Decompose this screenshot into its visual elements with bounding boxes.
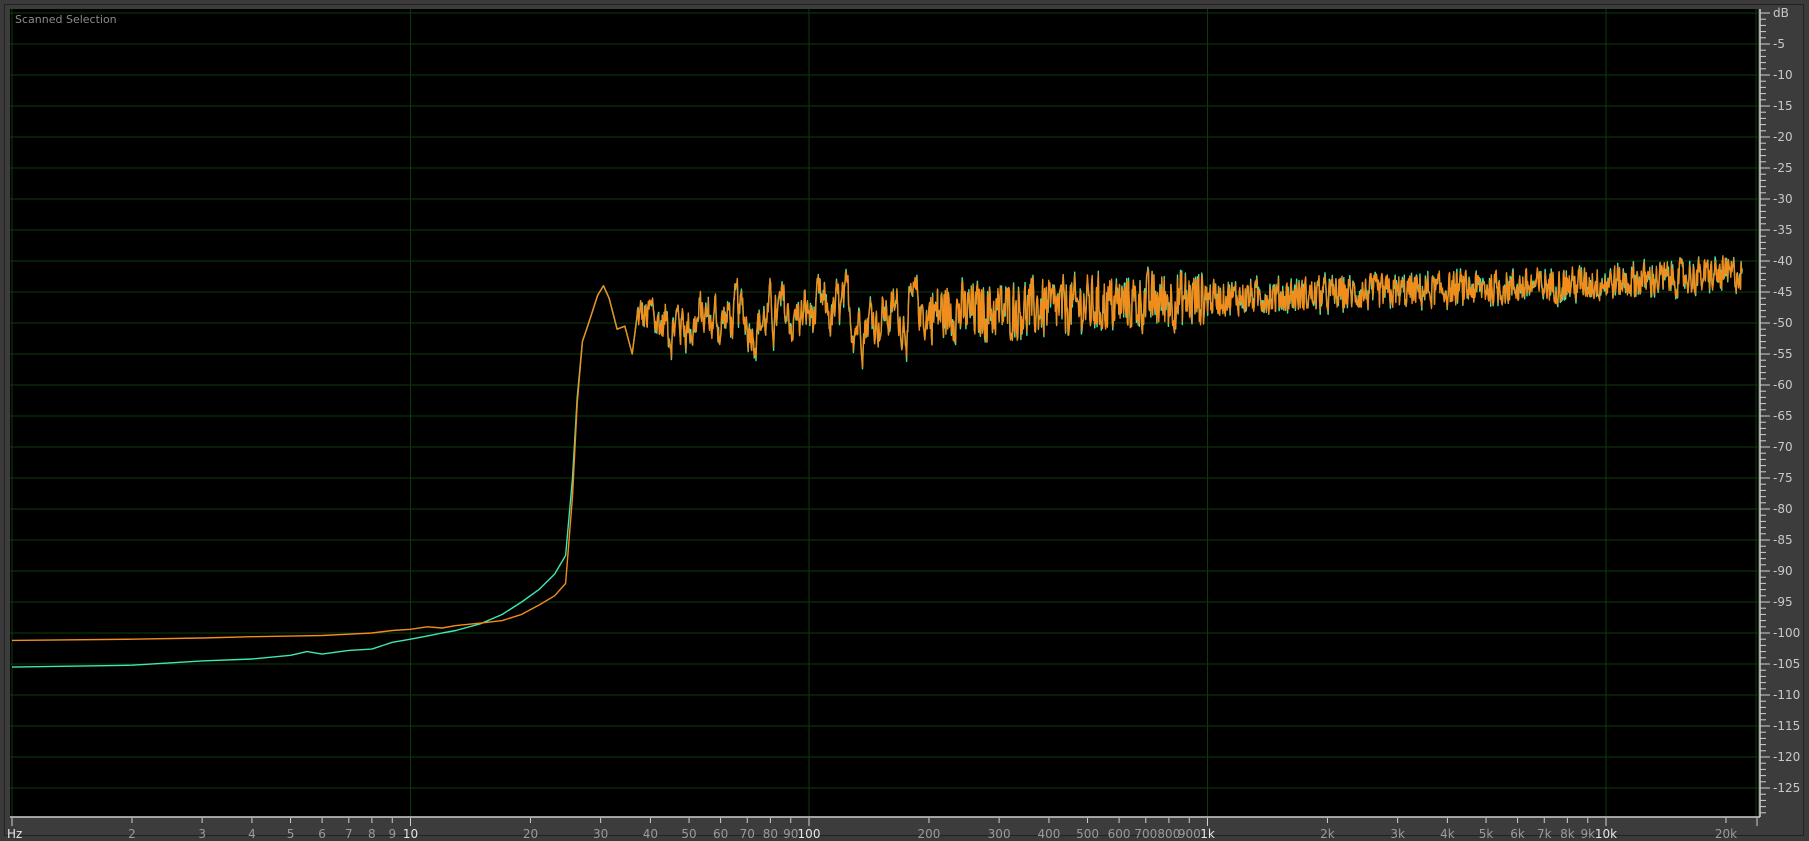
x-tick-label: 80 bbox=[763, 827, 778, 841]
x-tick-label: 7 bbox=[345, 827, 353, 841]
x-tick-label: 4k bbox=[1440, 827, 1455, 841]
x-tick-label: 90 bbox=[783, 827, 798, 841]
y-tick-label: -95 bbox=[1773, 595, 1793, 609]
x-tick-label: 2 bbox=[128, 827, 136, 841]
y-tick-label: -20 bbox=[1773, 130, 1793, 144]
y-tick-label: -50 bbox=[1773, 316, 1793, 330]
x-tick-label: 20 bbox=[523, 827, 538, 841]
x-tick-label: 20k bbox=[1715, 827, 1737, 841]
y-tick-label: -40 bbox=[1773, 254, 1793, 268]
plot-area bbox=[10, 9, 1758, 817]
y-tick-label: dB bbox=[1773, 6, 1789, 20]
y-tick-label: -5 bbox=[1773, 37, 1785, 51]
x-tick-label: 60 bbox=[713, 827, 728, 841]
y-tick-label: -55 bbox=[1773, 347, 1793, 361]
y-tick-label: -115 bbox=[1773, 719, 1800, 733]
x-tick-label: 6 bbox=[318, 827, 326, 841]
y-tick-label: -80 bbox=[1773, 502, 1793, 516]
x-tick-label: 8 bbox=[368, 827, 376, 841]
y-tick-label: -15 bbox=[1773, 99, 1793, 113]
y-tick-label: -65 bbox=[1773, 409, 1793, 423]
x-tick-label: 9k bbox=[1580, 827, 1595, 841]
x-tick-label: Hz bbox=[7, 827, 22, 841]
x-tick-label: 900 bbox=[1178, 827, 1201, 841]
x-tick-label: 5k bbox=[1479, 827, 1494, 841]
x-tick-label: 10 bbox=[403, 827, 418, 841]
x-tick-label: 70 bbox=[740, 827, 755, 841]
y-tick-label: -70 bbox=[1773, 440, 1793, 454]
y-tick-label: -110 bbox=[1773, 688, 1800, 702]
y-tick-label: -125 bbox=[1773, 781, 1800, 795]
y-tick-label: -10 bbox=[1773, 68, 1793, 82]
y-tick-label: -100 bbox=[1773, 626, 1800, 640]
x-tick-label: 4 bbox=[248, 827, 256, 841]
x-tick-label: 7k bbox=[1537, 827, 1552, 841]
panel-title: Scanned Selection bbox=[15, 13, 117, 26]
x-tick-label: 6k bbox=[1510, 827, 1525, 841]
x-tick-label: 9 bbox=[388, 827, 396, 841]
y-tick-label: -75 bbox=[1773, 471, 1793, 485]
y-tick-label: -85 bbox=[1773, 533, 1793, 547]
x-tick-label: 3 bbox=[198, 827, 206, 841]
x-tick-label: 600 bbox=[1108, 827, 1131, 841]
x-tick-label: 700 bbox=[1134, 827, 1157, 841]
x-tick-label: 100 bbox=[798, 827, 821, 841]
x-tick-label: 300 bbox=[988, 827, 1011, 841]
x-tick-label: 5 bbox=[287, 827, 295, 841]
x-tick-label: 500 bbox=[1076, 827, 1099, 841]
x-tick-label: 40 bbox=[643, 827, 658, 841]
y-tick-label: -25 bbox=[1773, 161, 1793, 175]
y-tick-label: -30 bbox=[1773, 192, 1793, 206]
x-tick-label: 10k bbox=[1595, 827, 1617, 841]
x-tick-label: 200 bbox=[918, 827, 941, 841]
x-tick-label: 1k bbox=[1200, 827, 1215, 841]
x-tick-label: 2k bbox=[1320, 827, 1335, 841]
y-tick-label: -105 bbox=[1773, 657, 1800, 671]
y-tick-label: -60 bbox=[1773, 378, 1793, 392]
y-tick-label: -120 bbox=[1773, 750, 1800, 764]
x-tick-label: 8k bbox=[1560, 827, 1575, 841]
frequency-analysis-chart: Hz 2 3 4 5 6 7 8 9 10 20 30 40 50 60 70 80 90 100 200 300 400… bbox=[7, 6, 1800, 841]
x-tick-label: 50 bbox=[681, 827, 696, 841]
y-tick-label: -45 bbox=[1773, 285, 1793, 299]
y-tick-label: -90 bbox=[1773, 564, 1793, 578]
x-tick-label: 400 bbox=[1037, 827, 1060, 841]
y-tick-label: -35 bbox=[1773, 223, 1793, 237]
x-tick-label: 30 bbox=[593, 827, 608, 841]
x-tick-label: 3k bbox=[1390, 827, 1405, 841]
